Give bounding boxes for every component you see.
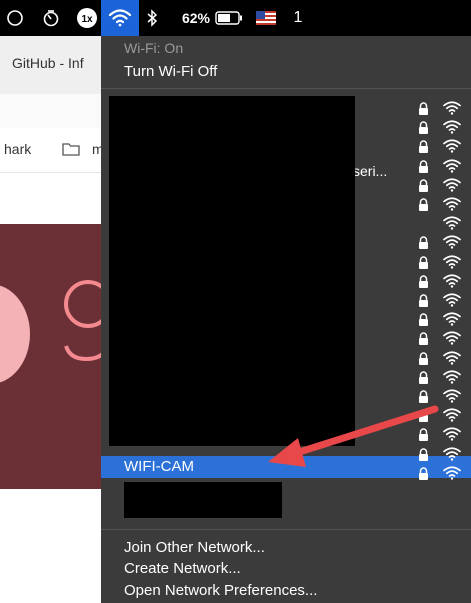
wifi-signal-icon	[443, 331, 461, 350]
timer-icon[interactable]	[40, 0, 62, 36]
wifi-signal-icon	[443, 216, 461, 235]
wifi-signal-icon	[443, 446, 461, 466]
us-flag-icon[interactable]	[254, 0, 278, 36]
wifi-signal-icon	[443, 101, 461, 120]
battery-percent[interactable]: 62%	[176, 0, 216, 36]
create-network-item[interactable]: Create Network...	[124, 560, 241, 577]
menu-separator	[101, 529, 471, 530]
folder-icon	[62, 142, 80, 161]
menu-separator	[101, 88, 471, 89]
bluetooth-icon[interactable]	[144, 0, 160, 36]
turn-wifi-off-item[interactable]: Turn Wi-Fi Off	[124, 63, 217, 80]
lock-icon	[418, 236, 429, 254]
wifi-status: Wi-Fi: On	[124, 40, 184, 56]
wifi-signal-icon	[443, 312, 461, 331]
lock-icon	[418, 121, 429, 139]
lock-icon	[418, 371, 429, 389]
wifi-signal-icon	[443, 427, 461, 446]
wifi-signal-icon	[443, 370, 461, 389]
wifi-icon[interactable]	[101, 0, 139, 36]
redaction-box	[109, 96, 355, 446]
bookmark-item[interactable]: hark	[4, 141, 31, 157]
redaction-box	[124, 482, 282, 518]
wifi-signal-icon	[443, 254, 461, 274]
lock-icon	[418, 294, 429, 312]
wifi-signal-icon	[443, 350, 461, 370]
moon-icon[interactable]	[4, 0, 26, 36]
lock-icon	[418, 159, 429, 178]
wifi-signal-icon	[443, 197, 461, 216]
join-other-network-item[interactable]: Join Other Network...	[124, 539, 265, 556]
wifi-signal-icon	[443, 120, 461, 139]
speed-label: 1x	[81, 14, 93, 25]
lock-icon	[418, 313, 429, 331]
background-browser-window: GitHub - Inf hark m	[0, 36, 108, 603]
speed-1x-icon[interactable]: 1x	[74, 0, 100, 36]
wifi-signal-icon	[443, 158, 461, 178]
decorative-circle	[0, 284, 30, 384]
open-network-preferences-item[interactable]: Open Network Preferences...	[124, 582, 317, 599]
wifi-signal-icon	[443, 293, 461, 312]
annotation-arrow	[268, 405, 439, 467]
tab-label: GitHub - Inf	[12, 55, 84, 71]
hero-banner	[0, 224, 108, 489]
wifi-signal-icon	[443, 408, 461, 427]
wifi-menu: Wi-Fi: On Turn Wi-Fi Off seri... WIFI-CA…	[101, 36, 471, 603]
network-label-wifi-cam[interactable]: WIFI-CAM	[124, 458, 194, 475]
url-bar[interactable]	[0, 94, 108, 129]
wifi-signal-icon	[443, 235, 461, 254]
lock-icon	[418, 275, 429, 293]
battery-icon[interactable]	[214, 0, 244, 36]
lock-icon	[418, 102, 429, 120]
lock-icon	[418, 179, 429, 197]
wifi-signal-icon	[443, 389, 461, 408]
lock-icon	[418, 255, 429, 274]
menubar-partial-text: 1	[293, 9, 303, 26]
wifi-signal-icon	[443, 178, 461, 197]
lock-icon	[418, 351, 429, 370]
wifi-signal-icon	[443, 466, 461, 485]
bookmarks-bar: hark m	[0, 128, 108, 173]
lock-icon	[418, 332, 429, 350]
network-label: seri...	[353, 163, 388, 179]
wifi-signal-icon	[443, 139, 461, 158]
lock-icon	[418, 198, 429, 216]
lock-icon	[418, 140, 429, 158]
menu-bar: 1x 62% 1	[0, 0, 471, 36]
browser-tab[interactable]: GitHub - Inf	[0, 36, 108, 95]
wifi-signal-icon	[443, 274, 461, 293]
